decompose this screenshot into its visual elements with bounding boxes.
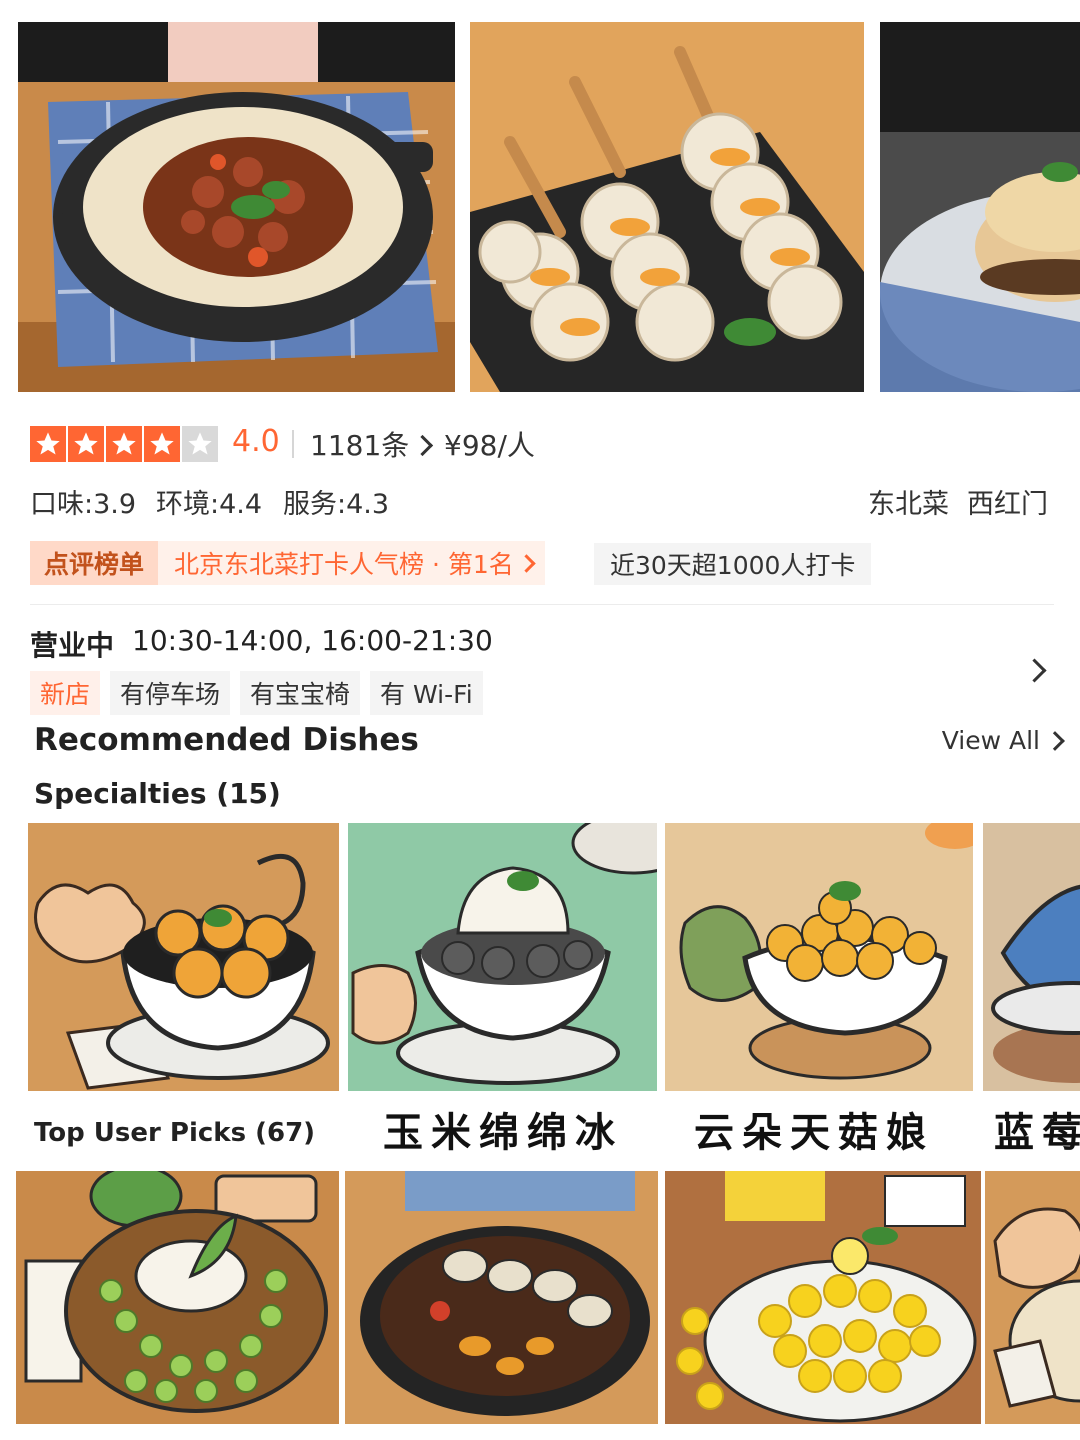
facility-tags: 新店 有停车场 有宝宝椅 有 Wi-Fi bbox=[30, 671, 483, 715]
chevron-right-icon bbox=[517, 553, 536, 573]
cuisine-area-tags: 东北菜 西红门 bbox=[868, 482, 1048, 521]
rating-score: 4.0 bbox=[232, 424, 280, 459]
new-store-tag: 新店 bbox=[30, 671, 101, 715]
dish-name[interactable]: 玉米绵绵冰 bbox=[383, 1100, 623, 1158]
dish-card-photo[interactable] bbox=[28, 823, 339, 1091]
specialties-label: Specialties (15) bbox=[34, 777, 281, 810]
star-icon bbox=[106, 426, 142, 462]
star-icon bbox=[144, 426, 180, 462]
dish-name[interactable]: 蓝莓 bbox=[994, 1100, 1080, 1158]
chevron-right-icon bbox=[1045, 730, 1065, 751]
dish-card-photo[interactable] bbox=[348, 823, 657, 1091]
dish-card-photo[interactable] bbox=[983, 823, 1080, 1091]
review-count-link[interactable]: 1181条 bbox=[310, 424, 434, 464]
dish-card-photo[interactable] bbox=[345, 1171, 658, 1424]
parking-tag: 有停车场 bbox=[110, 671, 231, 715]
ranking-badge: 点评榜单 bbox=[30, 541, 159, 585]
star-empty-icon bbox=[182, 426, 218, 462]
wifi-tag: 有 Wi-Fi bbox=[370, 671, 483, 715]
skewers-photo[interactable] bbox=[470, 22, 864, 392]
dish-card-photo[interactable] bbox=[665, 823, 973, 1091]
review-count: 1181条 bbox=[310, 429, 410, 462]
view-all-label: View All bbox=[941, 726, 1040, 755]
taste-score: 口味:3.9 bbox=[30, 489, 137, 520]
divider bbox=[292, 430, 294, 458]
service-score: 服务:4.3 bbox=[283, 489, 390, 520]
checkin-badge: 近30天超1000人打卡 bbox=[594, 543, 872, 585]
cuisine-tag[interactable]: 东北菜 bbox=[868, 489, 949, 520]
chevron-right-icon[interactable] bbox=[1022, 658, 1047, 683]
ranking-text: 北京东北菜打卡人气榜 · 第1名 bbox=[174, 550, 514, 579]
dish-card-photo[interactable] bbox=[665, 1171, 981, 1424]
bun-photo[interactable] bbox=[880, 22, 1080, 392]
business-hours: 10:30-14:00, 16:00-21:30 bbox=[132, 624, 493, 657]
area-tag[interactable]: 西红门 bbox=[967, 489, 1048, 520]
dish-name[interactable]: 云朵天菇娘 bbox=[694, 1100, 934, 1158]
ranking-text-row: 北京东北菜打卡人气榜 · 第1名 bbox=[158, 541, 545, 585]
star-rating bbox=[30, 426, 218, 462]
chevron-right-icon bbox=[412, 434, 434, 457]
view-all-link[interactable]: View All bbox=[941, 726, 1065, 755]
dish-card-photo[interactable] bbox=[16, 1171, 339, 1424]
divider bbox=[30, 604, 1054, 605]
section-title: Recommended Dishes bbox=[34, 722, 419, 758]
top-user-picks-label: Top User Picks (67) bbox=[34, 1118, 316, 1148]
star-icon bbox=[30, 426, 66, 462]
environment-score: 环境:4.4 bbox=[156, 489, 263, 520]
star-icon bbox=[68, 426, 104, 462]
business-status: 营业中 bbox=[30, 629, 115, 662]
price-per-person: ¥98/人 bbox=[444, 429, 535, 462]
ranking-banner[interactable]: 点评榜单 北京东北菜打卡人气榜 · 第1名 bbox=[30, 541, 545, 585]
baby-chair-tag: 有宝宝椅 bbox=[240, 671, 361, 715]
dish-card-photo[interactable] bbox=[985, 1171, 1080, 1424]
stew-pot-photo[interactable] bbox=[18, 22, 455, 392]
